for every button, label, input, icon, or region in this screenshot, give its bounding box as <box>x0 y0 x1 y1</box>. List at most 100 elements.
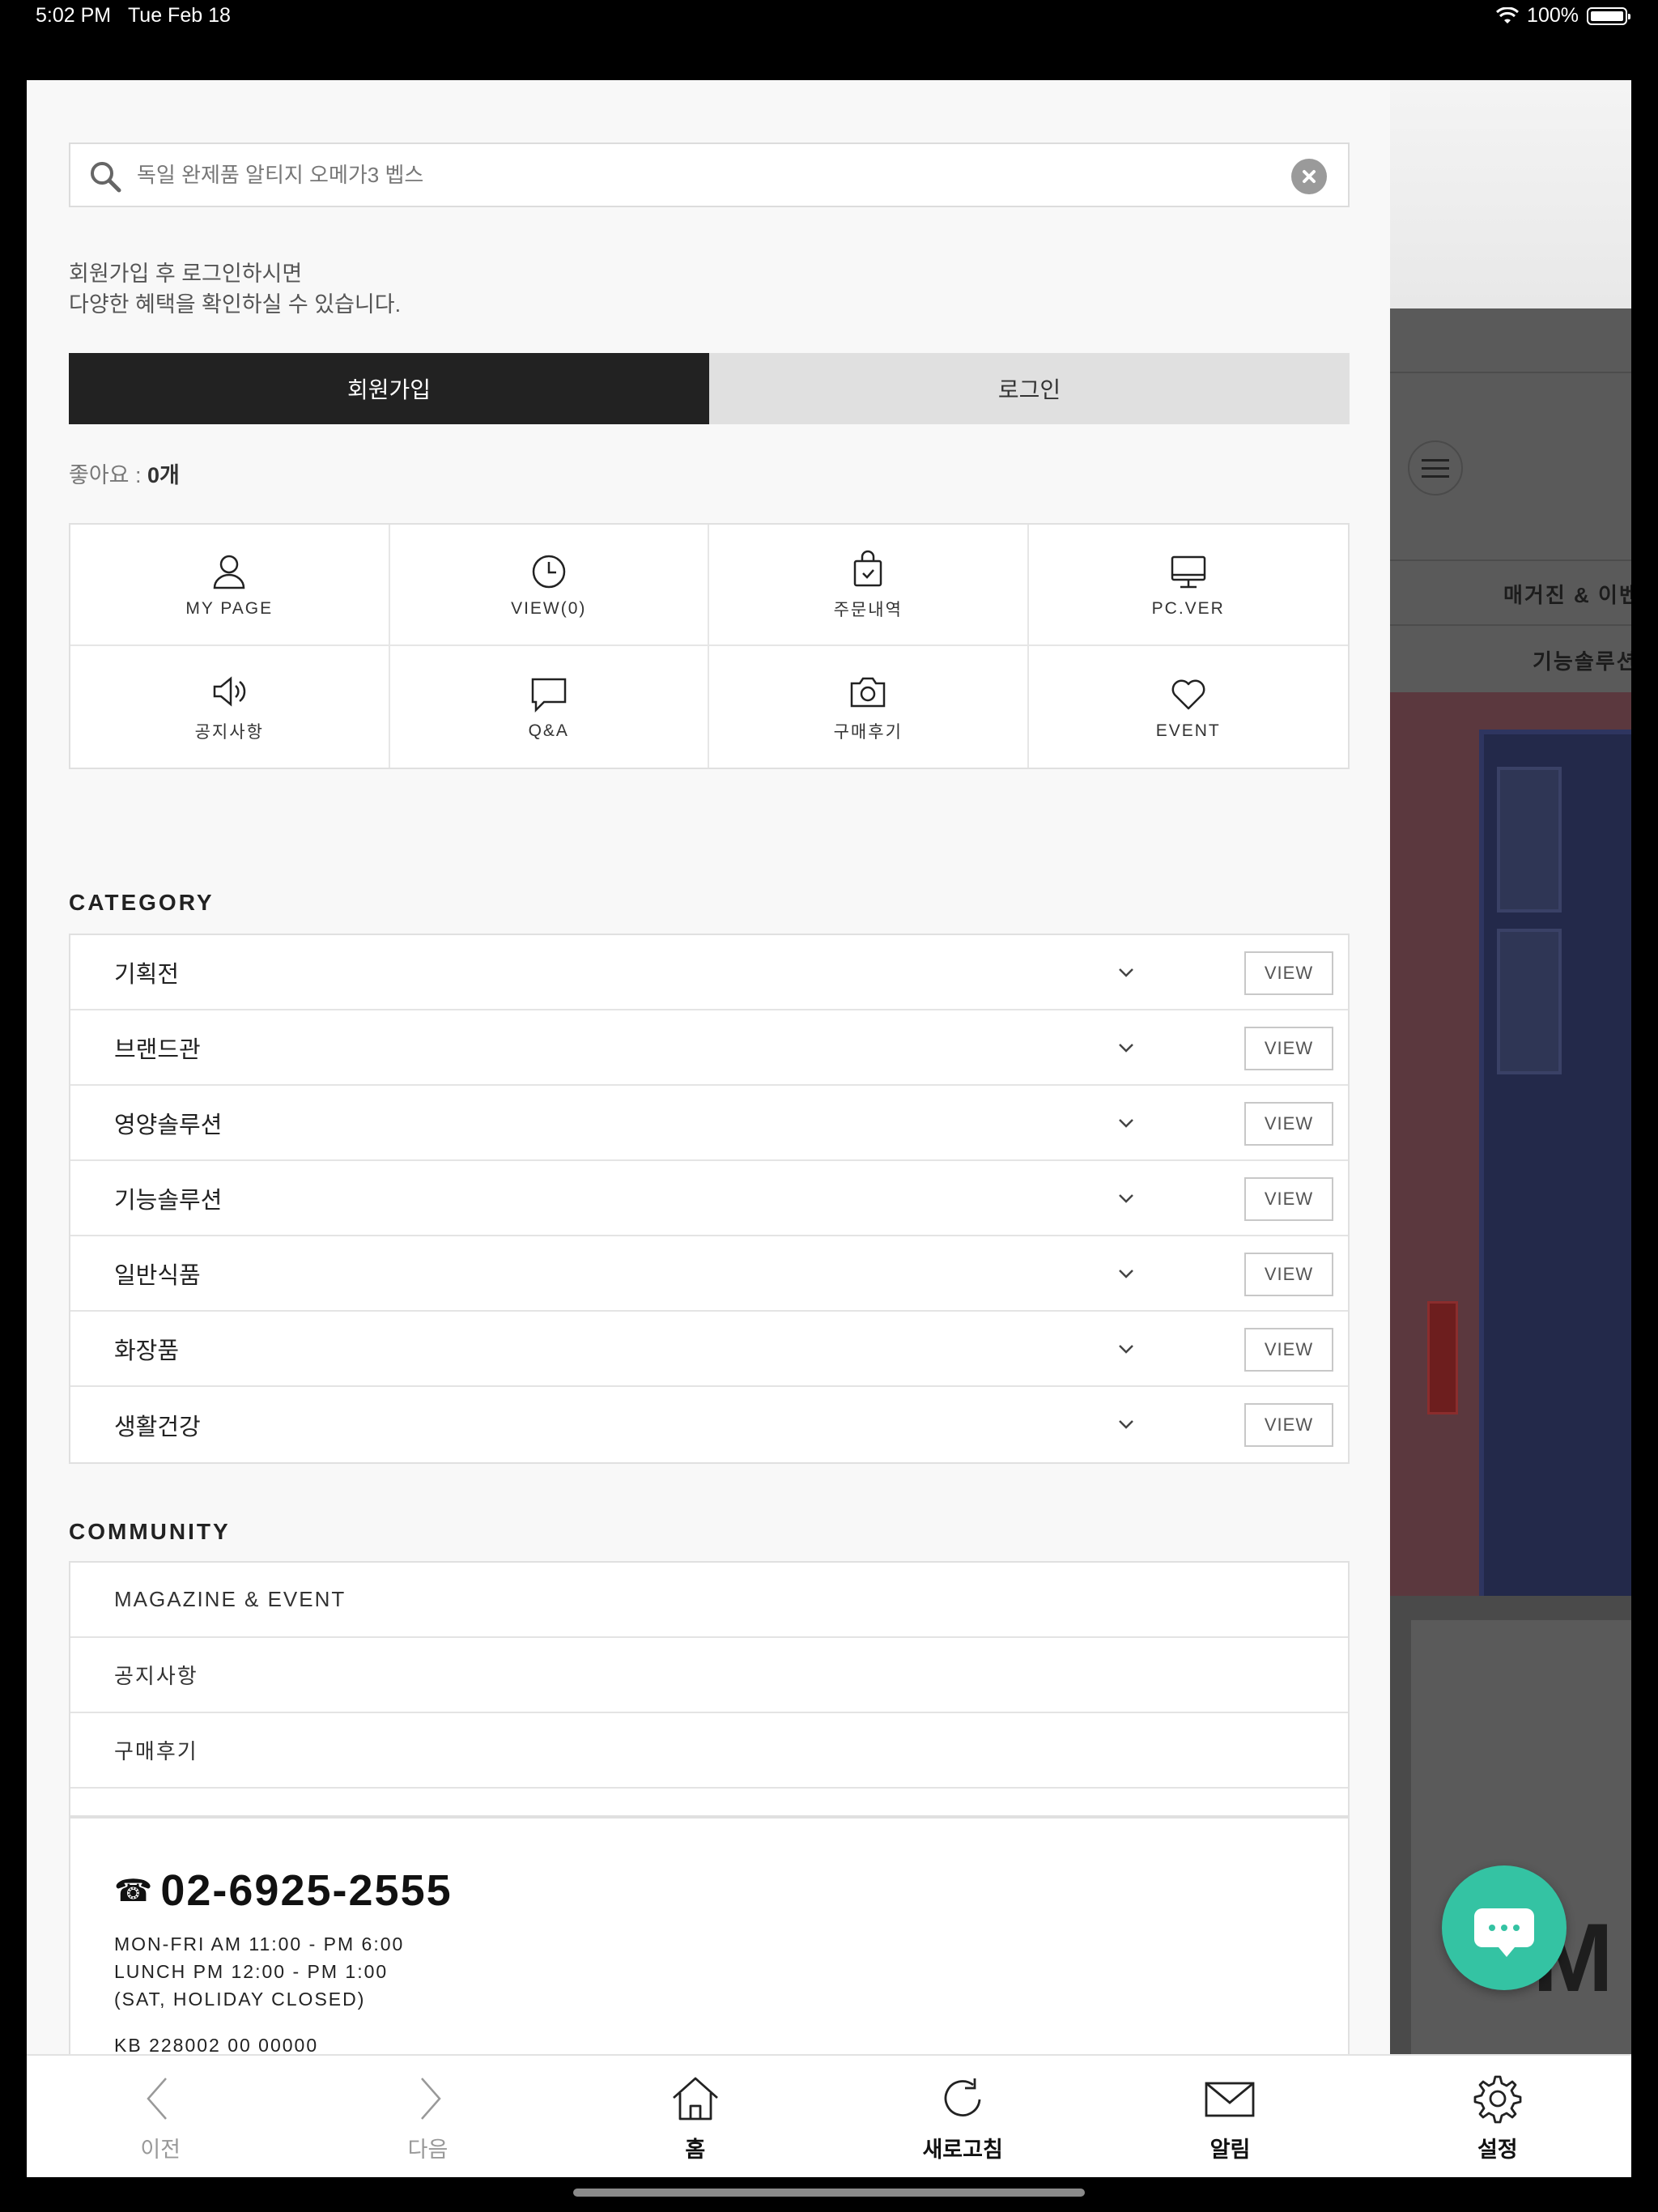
notification-button[interactable]: 알림 <box>1096 2056 1363 2177</box>
chevron-down-icon[interactable] <box>1115 1262 1137 1285</box>
category-view-button[interactable]: VIEW <box>1244 1403 1333 1447</box>
quick-event[interactable]: EVENT <box>1029 646 1349 768</box>
chevron-down-icon[interactable] <box>1115 1112 1137 1134</box>
community-title: COMMUNITY <box>69 1519 231 1544</box>
quick-mypage-label: MY PAGE <box>185 599 274 618</box>
category-label: 기획전 <box>114 961 180 988</box>
category-view-button[interactable]: VIEW <box>1244 1253 1333 1296</box>
category-view-button[interactable]: VIEW <box>1244 1177 1333 1221</box>
forward-label: 다음 <box>407 2138 449 2162</box>
community-item-notice[interactable]: 공지사항 <box>70 1638 1348 1713</box>
notification-label: 알림 <box>1209 2138 1251 2162</box>
phone-icon: ☎ <box>114 1874 155 1908</box>
camera-icon <box>851 677 886 708</box>
bg-topbar <box>1390 308 1631 373</box>
category-label: 화장품 <box>114 1338 180 1364</box>
status-date-text: Tue Feb 18 <box>127 4 231 27</box>
bg-door-knob <box>1427 1301 1458 1414</box>
home-button[interactable]: 홈 <box>562 2056 829 2177</box>
battery-percent: 100% <box>1527 4 1579 27</box>
category-label: 영양솔루션 <box>114 1112 223 1138</box>
chevron-down-icon[interactable] <box>1115 1338 1137 1360</box>
monitor-icon <box>1171 555 1205 589</box>
category-view-button[interactable]: VIEW <box>1244 1328 1333 1372</box>
likes-label: 좋아요 : <box>69 463 148 487</box>
category-label: 일반식품 <box>114 1262 201 1289</box>
quick-notice-label: 공지사항 <box>194 723 264 742</box>
refresh-icon <box>944 2078 981 2116</box>
category-label: 기능솔루션 <box>114 1187 223 1214</box>
back-label: 이전 <box>140 2138 181 2162</box>
refresh-label: 새로고침 <box>922 2138 1003 2162</box>
chat-bubble-icon <box>531 678 566 713</box>
category-item[interactable]: 기획전 VIEW <box>70 935 1348 1010</box>
contact-info: ☎ 02-6925-2555 MON-FRI AM 11:00 - PM 6:0… <box>69 1815 1350 2054</box>
quick-qna-label: Q&A <box>528 721 569 740</box>
quick-view[interactable]: VIEW(0) <box>389 525 709 646</box>
likes-count: 좋아요 : 0개 <box>69 457 180 489</box>
category-item[interactable]: 화장품 VIEW <box>70 1312 1348 1387</box>
phone-number-text: 02-6925-2555 <box>160 1866 453 1915</box>
login-prompt-line1: 회원가입 후 로그인하시면 <box>69 262 303 286</box>
heart-icon <box>1171 679 1205 710</box>
chevron-down-icon[interactable] <box>1115 1036 1137 1059</box>
status-bar: 5:02 PM Tue Feb 18 100% <box>0 0 1658 32</box>
bg-door-pane <box>1497 767 1562 912</box>
chevron-down-icon[interactable] <box>1115 961 1137 984</box>
quick-mypage[interactable]: MY PAGE <box>70 525 390 646</box>
quick-review[interactable]: 구매후기 <box>709 646 1029 768</box>
search-input[interactable] <box>137 151 1270 199</box>
phone-number[interactable]: ☎ 02-6925-2555 <box>114 1865 453 1916</box>
settings-label: 설정 <box>1477 2138 1518 2162</box>
login-button[interactable]: 로그인 <box>709 353 1350 424</box>
gear-icon <box>1473 2075 1522 2124</box>
home-indicator[interactable] <box>573 2189 1085 2197</box>
quick-notice[interactable]: 공지사항 <box>70 646 390 768</box>
bg-hero-door <box>1427 730 1631 1596</box>
category-view-button[interactable]: VIEW <box>1244 1102 1333 1146</box>
background-page-overlay[interactable]: 매거진 & 이벤 기능솔루션 <box>1390 80 1631 2177</box>
category-item[interactable]: 일반식품 VIEW <box>70 1236 1348 1312</box>
chat-button[interactable] <box>1442 1865 1567 1990</box>
bg-door-pane <box>1497 929 1562 1074</box>
category-item[interactable]: 생활건강 VIEW <box>70 1387 1348 1462</box>
community-item-magazine[interactable]: MAGAZINE & EVENT <box>70 1563 1348 1638</box>
category-item[interactable]: 브랜드관 VIEW <box>70 1010 1348 1086</box>
quick-view-label: VIEW(0) <box>511 599 587 618</box>
category-item[interactable]: 영양솔루션 VIEW <box>70 1086 1348 1161</box>
chevron-left-icon <box>147 2078 168 2120</box>
refresh-button[interactable]: 새로고침 <box>829 2056 1096 2177</box>
hours-line: LUNCH PM 12:00 - PM 1:00 <box>114 1961 389 1982</box>
quick-orders[interactable]: 주문내역 <box>709 525 1029 646</box>
category-view-button[interactable]: VIEW <box>1244 951 1333 995</box>
category-list: 기획전 VIEW 브랜드관 VIEW 영양솔루션 VIEW 기능솔루션 VIEW… <box>69 934 1350 1464</box>
forward-button[interactable]: 다음 <box>294 2056 561 2177</box>
status-right: 100% <box>1496 4 1630 28</box>
login-prompt-line2: 다양한 혜택을 확인하실 수 있습니다. <box>69 292 402 317</box>
chevron-down-icon[interactable] <box>1115 1187 1137 1210</box>
clear-search-icon[interactable] <box>1291 159 1327 194</box>
category-item[interactable]: 기능솔루션 VIEW <box>70 1161 1348 1236</box>
quick-pcver[interactable]: PC.VER <box>1028 525 1348 646</box>
login-prompt: 회원가입 후 로그인하시면 다양한 혜택을 확인하실 수 있습니다. <box>69 258 401 320</box>
chevron-right-icon <box>421 2078 442 2120</box>
chevron-down-icon[interactable] <box>1115 1413 1137 1436</box>
settings-button[interactable]: 설정 <box>1364 2056 1631 2177</box>
home-icon <box>672 2077 718 2121</box>
quick-review-label: 구매후기 <box>833 723 903 742</box>
back-button[interactable]: 이전 <box>27 2056 294 2177</box>
business-hours: MON-FRI AM 11:00 - PM 6:00 LUNCH PM 12:0… <box>114 1930 404 2013</box>
category-label: 브랜드관 <box>114 1036 201 1063</box>
quick-qna[interactable]: Q&A <box>390 646 709 768</box>
quick-menu-grid: MY PAGE VIEW(0) 주문내역 PC.VER 공지사항 Q&A 구매후… <box>69 523 1350 769</box>
hamburger-menu-icon[interactable] <box>1408 440 1463 496</box>
search-icon[interactable] <box>88 160 122 194</box>
home-label: 홈 <box>685 2138 706 2162</box>
user-icon <box>213 555 245 589</box>
wifi-icon <box>1496 6 1520 23</box>
category-view-button[interactable]: VIEW <box>1244 1027 1333 1070</box>
join-button[interactable]: 회원가입 <box>69 353 709 424</box>
community-item-review[interactable]: 구매후기 <box>70 1713 1348 1789</box>
mail-icon <box>1205 2082 1255 2117</box>
hours-line: MON-FRI AM 11:00 - PM 6:00 <box>114 1933 405 1955</box>
